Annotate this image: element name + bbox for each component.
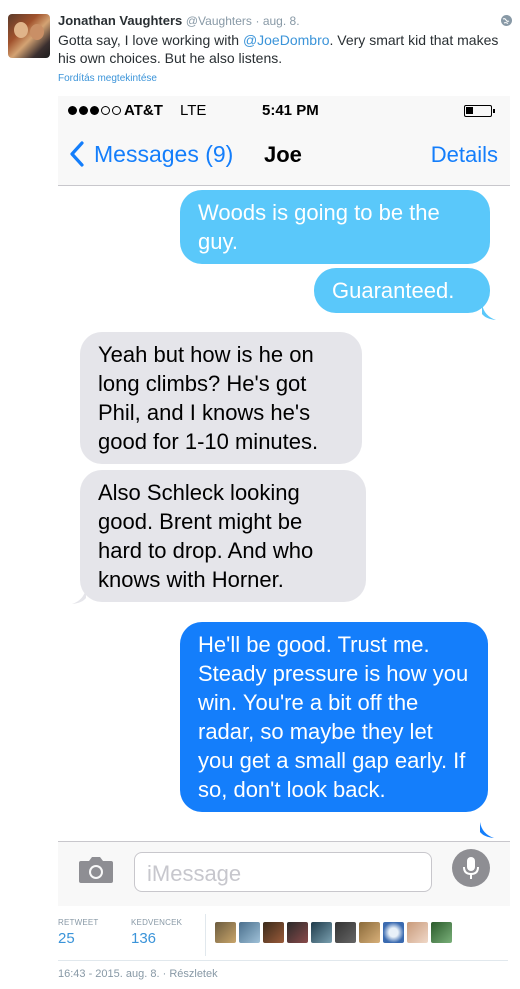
user-avatar[interactable] bbox=[8, 14, 50, 58]
chevron-left-icon bbox=[70, 141, 84, 167]
retweet-count[interactable]: 25 bbox=[58, 930, 99, 947]
tweet-text: Gotta say, I love working with @JoeDombr… bbox=[58, 31, 508, 67]
imessage-input[interactable]: iMessage bbox=[134, 852, 432, 892]
favorite-label: KEDVENCEK bbox=[131, 918, 183, 927]
tweet-footer: RETWEET 25 KEDVENCEK 136 16:43 - 2015. a… bbox=[0, 906, 520, 989]
back-label: Messages (9) bbox=[94, 140, 234, 167]
signal-strength-icon bbox=[68, 106, 121, 115]
conversation-title: Joe bbox=[264, 142, 302, 167]
author-handle[interactable]: @Vaughters bbox=[186, 14, 252, 28]
retweet-label: RETWEET bbox=[58, 918, 99, 927]
message-bubble-sent[interactable]: Woods is going to be the guy. bbox=[180, 190, 490, 264]
footer-divider bbox=[58, 960, 508, 961]
avatar[interactable] bbox=[383, 922, 404, 943]
retweet-stat[interactable]: RETWEET 25 bbox=[58, 918, 99, 947]
phone-header: AT&T LTE 5:41 PM Messages (9) Joe Detail… bbox=[58, 96, 510, 186]
author-name[interactable]: Jonathan Vaughters bbox=[58, 13, 182, 28]
nav-bar: Messages (9) Joe Details bbox=[58, 132, 510, 178]
author-line: Jonathan Vaughters @Vaughters · aug. 8. bbox=[58, 12, 508, 30]
tweet-body: Jonathan Vaughters @Vaughters · aug. 8. … bbox=[58, 12, 508, 84]
timestamp-text[interactable]: 16:43 - 2015. aug. 8. bbox=[58, 968, 160, 980]
message-bubble-sent[interactable]: Guaranteed. bbox=[314, 268, 490, 313]
avatar[interactable] bbox=[311, 922, 332, 943]
avatar[interactable] bbox=[431, 922, 452, 943]
stat-divider bbox=[205, 914, 206, 956]
imessage-placeholder: iMessage bbox=[147, 861, 242, 886]
message-input-bar: iMessage bbox=[58, 841, 510, 906]
avatar[interactable] bbox=[359, 922, 380, 943]
avatar[interactable] bbox=[407, 922, 428, 943]
bubble-tail bbox=[72, 588, 86, 604]
message-bubble-received[interactable]: Also Schleck looking good. Brent might b… bbox=[80, 470, 366, 602]
status-bar: AT&T LTE 5:41 PM bbox=[66, 100, 502, 124]
globe-icon bbox=[501, 15, 512, 26]
tweet-header: Jonathan Vaughters @Vaughters · aug. 8. … bbox=[0, 0, 520, 96]
network-type: LTE bbox=[180, 102, 207, 119]
translate-link[interactable]: Fordítás megtekintése bbox=[58, 73, 508, 84]
favorite-stat[interactable]: KEDVENCEK 136 bbox=[131, 918, 182, 947]
back-button[interactable]: Messages (9) bbox=[68, 140, 233, 168]
message-bubble-sent[interactable]: He'll be good. Trust me. Steady pressure… bbox=[180, 622, 488, 812]
bubble-tail bbox=[480, 822, 494, 838]
microphone-button[interactable] bbox=[452, 849, 490, 887]
details-button[interactable]: Details bbox=[431, 142, 498, 168]
favorite-count[interactable]: 136 bbox=[131, 930, 182, 947]
favoriter-avatars bbox=[215, 922, 452, 943]
tweet-timestamp: 16:43 - 2015. aug. 8. · Részletek bbox=[58, 968, 218, 980]
avatar[interactable] bbox=[239, 922, 260, 943]
bubble-tail bbox=[482, 304, 496, 320]
battery-level bbox=[466, 107, 473, 114]
details-link[interactable]: · Részletek bbox=[163, 968, 218, 980]
battery-icon bbox=[464, 105, 495, 117]
tweet-date[interactable]: · aug. 8. bbox=[256, 14, 300, 28]
avatar[interactable] bbox=[287, 922, 308, 943]
status-time: 5:41 PM bbox=[262, 102, 319, 119]
avatar[interactable] bbox=[263, 922, 284, 943]
avatar[interactable] bbox=[215, 922, 236, 943]
carrier-name: AT&T bbox=[124, 102, 163, 119]
microphone-icon bbox=[463, 857, 479, 879]
avatar[interactable] bbox=[335, 922, 356, 943]
message-bubble-received[interactable]: Yeah but how is he on long climbs? He's … bbox=[80, 332, 362, 464]
camera-icon[interactable] bbox=[78, 856, 114, 884]
imessage-screenshot: AT&T LTE 5:41 PM Messages (9) Joe Detail… bbox=[58, 96, 510, 906]
tweet-text-start: Gotta say, I love working with bbox=[58, 32, 243, 48]
mention-link[interactable]: @JoeDombro bbox=[243, 32, 330, 48]
